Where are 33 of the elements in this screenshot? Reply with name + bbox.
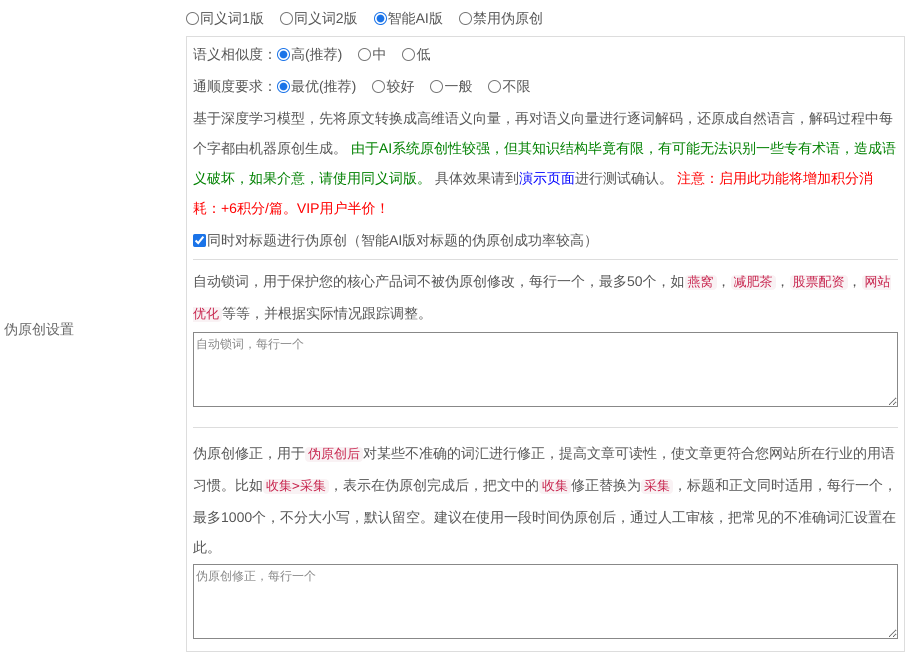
radio-label: 禁用伪原创: [472, 8, 543, 28]
lock-words-field[interactable]: 自动锁词，每行一个: [193, 332, 898, 407]
description-text: 伪原创修正，用于 伪原创后 对某些不准确的词汇进行修正，提高文章可读性，使文章更符合您网站所在行业的用语习惯。比如 收集>采集 ，表示在伪原创完成后，把文中的 收集 修正替换为 采集 ，标题和正文同时适用，每行一个，最多1000个，不分大小写，默认留空。建议在使用一段时间伪原创后，通过人工审核，把常见的不准确词汇设置在此。: [193, 444, 898, 557]
option-label: 通顺度要求：: [193, 76, 277, 96]
radio-label: 最优(推荐): [291, 76, 356, 96]
radio-label: 智能AI版: [388, 8, 443, 28]
radio-label: 较好: [386, 76, 414, 96]
checkbox[interactable]: [193, 234, 206, 246]
radio-button[interactable]: [458, 12, 472, 24]
radio-button[interactable]: [186, 12, 199, 24]
option-label: 语义相似度：: [193, 44, 277, 64]
checkbox-label: 同时对标题进行伪原创（智能AI版对标题的伪原创成功率较高）: [207, 230, 598, 250]
radio-button[interactable]: [372, 80, 386, 92]
corrections-field[interactable]: 伪原创修正，每行一个: [193, 564, 898, 639]
radio-label: 一般: [444, 76, 472, 96]
description-text: 基于深度学习模型，先将原文转换成高维语义向量，再对语义向量进行逐词解码，还原成自然语言，解码过程中每个字都由机器原创生成。 由于AI系统原创性较强，但其知识结构毕竟有限，有可能无法识别一些专有术语，造成语义破坏，如果介意，请使用同义词版。 具体效果请到演示页面进行测试确认。 注意：启用此功能将增加积分消耗：+6积分/篇。VIP用户半价！: [193, 109, 898, 218]
radio-button[interactable]: [430, 80, 444, 92]
description-text: 自动锁词，用于保护您的核心产品词不被伪原创修改，每行一个，最多50个，如 燕窝 ， 减肥茶 ， 股票配资 ， 网站优化 等等，并根据实际情况跟踪调整。: [193, 272, 892, 324]
radio-button[interactable]: [488, 80, 502, 92]
radio-button[interactable]: [358, 48, 372, 60]
radio-label: 同义词1版: [200, 8, 264, 28]
radio-label: 不限: [502, 76, 530, 96]
radio-button[interactable]: [280, 12, 293, 24]
radio-label: 高(推荐): [291, 44, 342, 64]
section-label: 伪原创设置: [3, 320, 74, 338]
radio-button[interactable]: [374, 12, 387, 24]
radio-label: 同义词2版: [294, 8, 358, 28]
radio-label: 低: [416, 44, 430, 64]
radio-label: 中: [372, 44, 386, 64]
radio-button[interactable]: [277, 80, 290, 92]
demo-page-link[interactable]: 演示页面: [518, 170, 575, 186]
radio-button[interactable]: [402, 48, 416, 60]
radio-button[interactable]: [277, 48, 290, 60]
